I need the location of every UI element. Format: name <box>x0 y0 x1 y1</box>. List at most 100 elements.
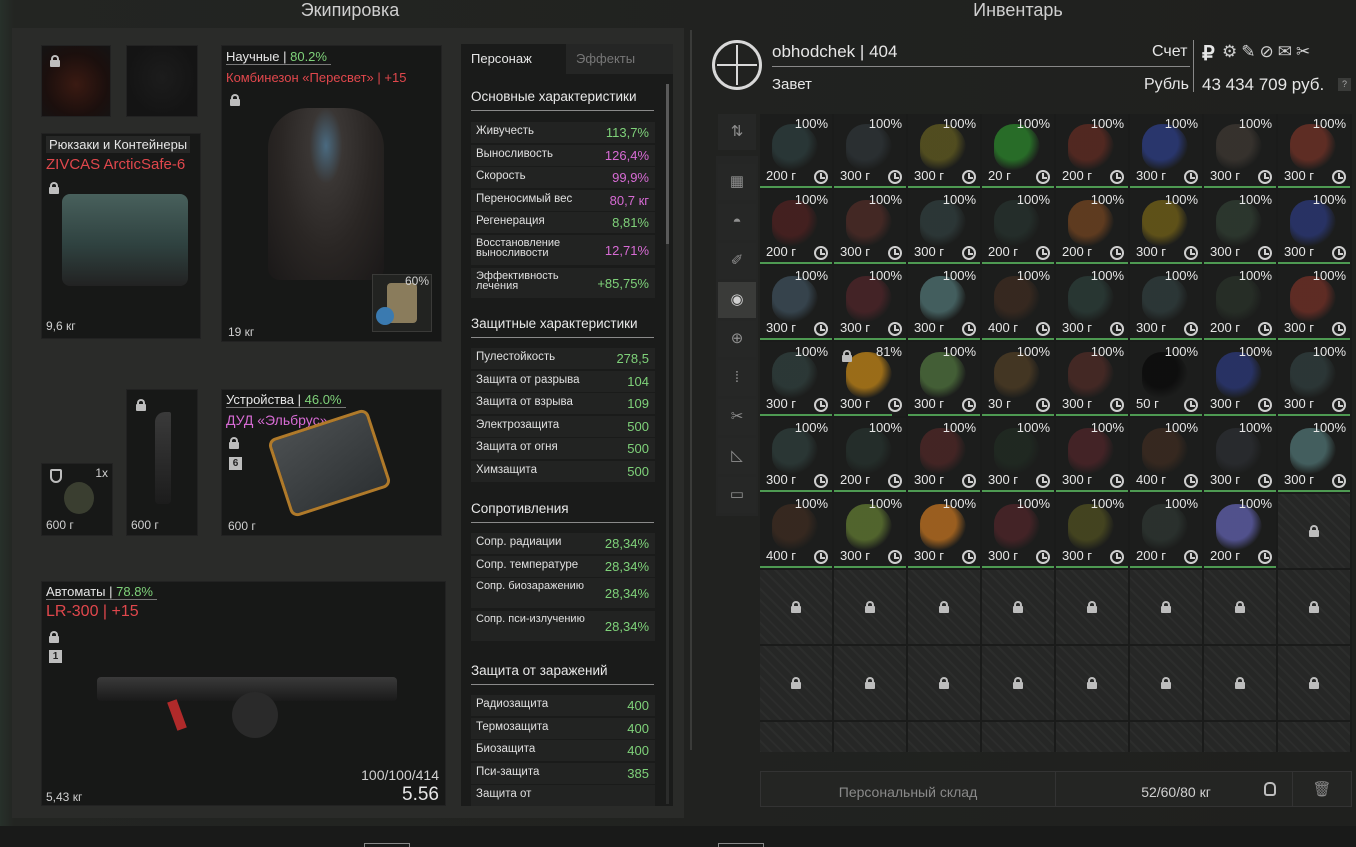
inventory-item[interactable]: 100% 300 г <box>1056 418 1128 492</box>
locked-slot[interactable] <box>1130 570 1202 644</box>
tab-character[interactable]: Персонаж <box>461 44 566 74</box>
sort-icon[interactable]: ⇅ <box>718 114 756 150</box>
inventory-item[interactable]: 100% 300 г <box>760 342 832 416</box>
inventory-item[interactable]: 100% 200 г <box>834 418 906 492</box>
ruble-icon[interactable]: ₽ <box>1202 41 1215 66</box>
inventory-item[interactable]: 100% 300 г <box>1278 342 1350 416</box>
inventory-item[interactable]: 100% 300 г <box>834 114 906 188</box>
inventory-item[interactable]: 100% 300 г <box>1204 114 1276 188</box>
locked-slot[interactable] <box>834 570 906 644</box>
inventory-item[interactable]: 100% 300 г <box>908 342 980 416</box>
inventory-item[interactable]: 100% 300 г <box>760 418 832 492</box>
locked-slot[interactable] <box>834 722 906 752</box>
inventory-item[interactable]: 100% 200 г <box>1056 190 1128 264</box>
inventory-item[interactable]: 100% 300 г <box>908 114 980 188</box>
device-slot[interactable]: Устройства | 46.0% ДУД «Эльбрус» 6 600 г <box>221 389 442 536</box>
locked-slot[interactable] <box>834 646 906 720</box>
inventory-item[interactable]: 100% 300 г <box>982 494 1054 568</box>
artifact-category-icon[interactable]: ◉ <box>718 282 756 318</box>
locked-slot[interactable] <box>1130 646 1202 720</box>
inventory-item[interactable]: 100% 300 г <box>908 494 980 568</box>
medkit-category-icon[interactable]: ⊕ <box>718 321 756 357</box>
inventory-item[interactable]: 100% 200 г <box>1204 266 1276 340</box>
inventory-item[interactable]: 100% 300 г <box>1204 190 1276 264</box>
inventory-item[interactable]: 100% 300 г <box>1278 190 1350 264</box>
knife-slot[interactable]: 600 г <box>126 389 198 536</box>
locked-slot[interactable] <box>1056 646 1128 720</box>
inventory-item[interactable]: 100% 300 г <box>1130 190 1202 264</box>
locked-slot[interactable] <box>908 646 980 720</box>
inventory-item[interactable]: 100% 300 г <box>760 266 832 340</box>
locked-slot[interactable] <box>1056 722 1128 752</box>
locked-slot[interactable] <box>1278 646 1350 720</box>
inventory-item[interactable]: 100% 200 г <box>982 190 1054 264</box>
personal-storage-button[interactable]: Персональный склад <box>761 772 1056 806</box>
mask-slot[interactable] <box>41 45 111 117</box>
locked-slot[interactable] <box>1278 570 1350 644</box>
locked-slot[interactable] <box>982 646 1054 720</box>
locked-slot[interactable] <box>1130 722 1202 752</box>
help-icon[interactable]: ? <box>1338 78 1351 91</box>
inventory-item[interactable]: 100% 50 г <box>1130 342 1202 416</box>
locked-slot[interactable] <box>1278 722 1350 752</box>
tab-effects[interactable]: Эффекты <box>566 44 673 74</box>
trash-icon[interactable]: 🗑 <box>1309 772 1335 806</box>
inventory-item[interactable]: 100% 200 г <box>760 190 832 264</box>
inventory-item[interactable]: 100% 300 г <box>1056 494 1128 568</box>
inventory-item[interactable]: 100% 300 г <box>834 494 906 568</box>
inventory-item[interactable]: 100% 300 г <box>908 266 980 340</box>
inventory-item[interactable]: 100% 400 г <box>760 494 832 568</box>
inventory-item[interactable]: 100% 300 г <box>908 418 980 492</box>
inventory-item[interactable]: 100% 300 г <box>1204 342 1276 416</box>
inventory-item[interactable]: 100% 200 г <box>1204 494 1276 568</box>
helmet-category-icon[interactable]: ◓ <box>718 204 756 240</box>
locked-slot[interactable] <box>1056 570 1128 644</box>
inventory-item[interactable]: 100% 300 г <box>834 266 906 340</box>
locked-slot[interactable] <box>1278 494 1350 568</box>
locked-slot[interactable] <box>1204 570 1276 644</box>
inventory-item[interactable]: 100% 20 г <box>982 114 1054 188</box>
locked-slot[interactable] <box>760 646 832 720</box>
ammo-category-icon[interactable]: ⁞ <box>718 360 756 396</box>
inventory-item[interactable]: 100% 200 г <box>1056 114 1128 188</box>
weapon-category-icon[interactable]: ✐ <box>718 243 756 279</box>
inventory-item[interactable]: 100% 400 г <box>982 266 1054 340</box>
armor-plate-slot[interactable]: 60% <box>372 274 432 332</box>
stats-scrollbar[interactable] <box>666 84 669 804</box>
inventory-item[interactable]: 100% 300 г <box>1056 342 1128 416</box>
locked-slot[interactable] <box>1204 646 1276 720</box>
all-items-icon[interactable]: ▦ <box>718 164 756 200</box>
stats-scroll-thumb[interactable] <box>666 84 669 244</box>
currency-icons[interactable]: ⚙✎⊘✉✂ <box>1222 42 1314 62</box>
inventory-item[interactable]: 81% 300 г <box>834 342 906 416</box>
inventory-item[interactable]: 100% 300 г <box>1278 418 1350 492</box>
inventory-item[interactable]: 100% 300 г <box>1130 266 1202 340</box>
inventory-item[interactable]: 100% 300 г <box>1278 266 1350 340</box>
tools-category-icon[interactable]: ✂ <box>718 399 756 435</box>
inventory-item[interactable]: 100% 200 г <box>1130 494 1202 568</box>
locked-slot[interactable] <box>982 570 1054 644</box>
inventory-item[interactable]: 100% 300 г <box>1056 266 1128 340</box>
locked-slot[interactable] <box>908 722 980 752</box>
inventory-item[interactable]: 100% 300 г <box>834 190 906 264</box>
inventory-item[interactable]: 100% 300 г <box>982 418 1054 492</box>
inventory-item[interactable]: 100% 300 г <box>908 190 980 264</box>
backpack-slot[interactable]: Рюкзаки и Контейнеры ZIVCAS ArcticSafe-6… <box>41 133 201 339</box>
locked-slot[interactable] <box>760 570 832 644</box>
inventory-item[interactable]: 100% 30 г <box>982 342 1054 416</box>
grenade-slot[interactable]: 1x 600 г <box>41 463 113 536</box>
armor-slot[interactable]: Научные | 80.2% Комбинезон «Пересвет» | … <box>221 45 442 342</box>
inventory-item[interactable]: 100% 400 г <box>1130 418 1202 492</box>
locked-slot[interactable] <box>982 722 1054 752</box>
locked-slot[interactable] <box>760 722 832 752</box>
container-category-icon[interactable]: ▭ <box>718 477 756 513</box>
weapon-slot[interactable]: Автоматы | 78.8% LR-300 | +15 1 100/100/… <box>41 581 446 806</box>
misc-category-icon[interactable]: ◺ <box>718 438 756 474</box>
inventory-item[interactable]: 100% 300 г <box>1130 114 1202 188</box>
inventory-item[interactable]: 100% 200 г <box>760 114 832 188</box>
locked-slot[interactable] <box>1204 722 1276 752</box>
helmet-slot[interactable] <box>126 45 198 117</box>
inventory-item[interactable]: 100% 300 г <box>1278 114 1350 188</box>
inventory-item[interactable]: 100% 300 г <box>1204 418 1276 492</box>
locked-slot[interactable] <box>908 570 980 644</box>
